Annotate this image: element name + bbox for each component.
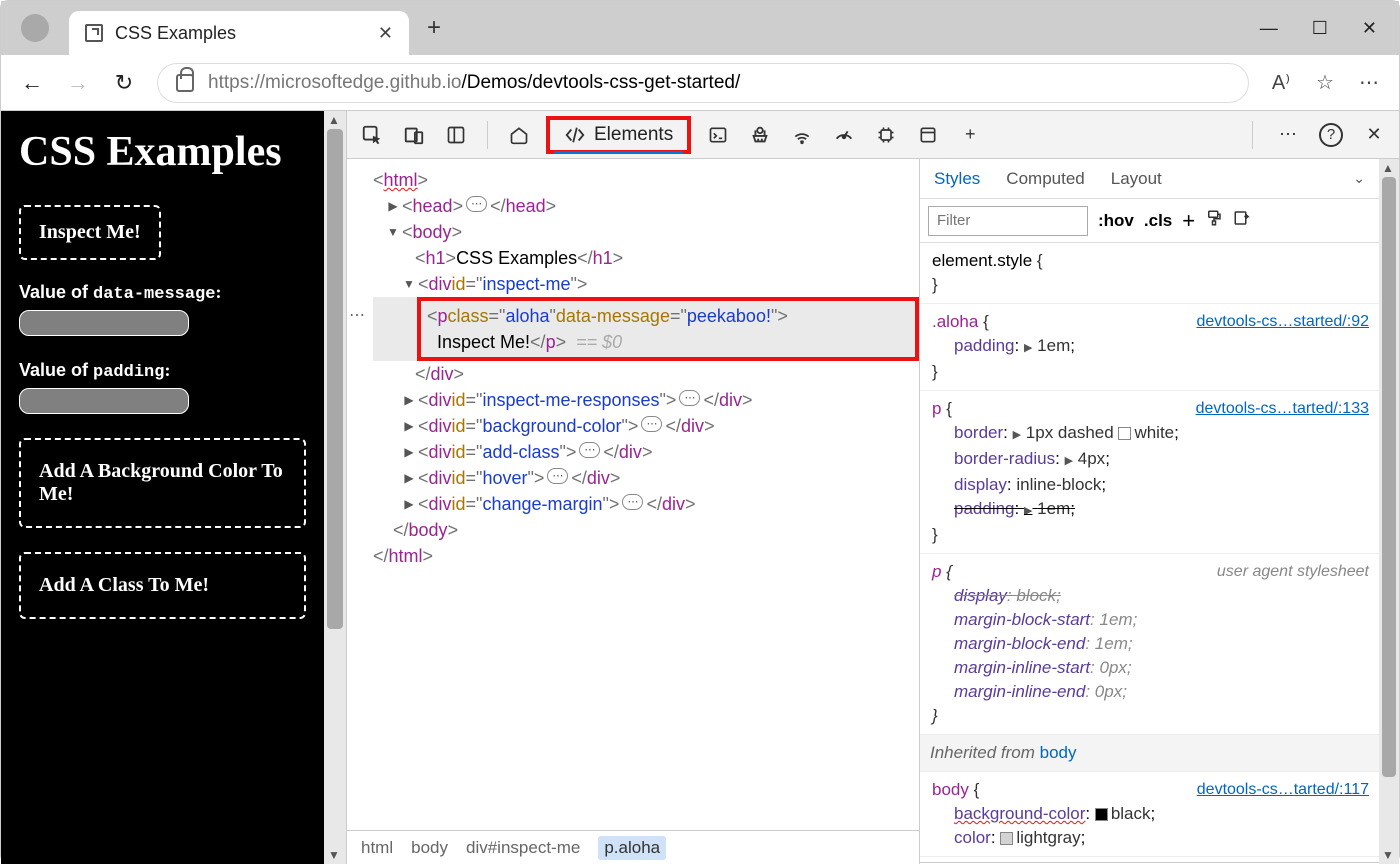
page-column: CSS Examples Inspect Me! Value of data-m… [1, 111, 346, 864]
window-controls: — ☐ ✕ [1260, 18, 1387, 39]
network-tab-icon[interactable] [787, 120, 817, 150]
scroll-thumb[interactable] [327, 129, 343, 629]
source-link[interactable]: devtools-cs…tarted/:133 [1196, 397, 1369, 421]
devtools: Elements + ⋯ ? ✕ <html> ▶<head>⋯</head> [346, 111, 1399, 864]
lock-icon [176, 74, 194, 92]
scroll-down-icon[interactable]: ▼ [1382, 848, 1394, 862]
page-content: CSS Examples Inspect Me! Value of data-m… [1, 111, 324, 864]
crumb-html[interactable]: html [361, 838, 393, 858]
devtools-tabbar: Elements + ⋯ ? ✕ [347, 111, 1399, 159]
memory-tab-icon[interactable] [871, 120, 901, 150]
profile-avatar[interactable] [21, 14, 49, 42]
scroll-up-icon[interactable]: ▲ [1382, 161, 1394, 175]
scroll-thumb[interactable] [1382, 177, 1396, 777]
inspect-me-box[interactable]: Inspect Me! [19, 205, 161, 260]
elements-tab-label: Elements [594, 124, 673, 146]
cls-toggle[interactable]: .cls [1144, 211, 1172, 231]
device-toggle-icon[interactable] [399, 120, 429, 150]
styles-subtabs: Styles Computed Layout ⌄ [920, 159, 1379, 199]
devtools-more-icon[interactable]: ⋯ [1273, 120, 1303, 150]
reload-button[interactable]: ↻ [111, 70, 137, 96]
console-tab-icon[interactable] [703, 120, 733, 150]
rule-p-ua: user agent stylesheet p { display: block… [920, 554, 1379, 735]
performance-tab-icon[interactable] [829, 120, 859, 150]
inherited-separator: Inherited from body [920, 735, 1379, 772]
scroll-up-icon[interactable]: ▲ [328, 113, 340, 127]
crumb-div[interactable]: div#inspect-me [466, 838, 580, 858]
maximize-icon[interactable]: ☐ [1312, 18, 1328, 39]
input-data-message[interactable] [19, 310, 189, 336]
welcome-tab-icon[interactable] [504, 120, 534, 150]
scroll-down-icon[interactable]: ▼ [328, 848, 340, 862]
hov-toggle[interactable]: :hov [1098, 211, 1134, 231]
input-padding[interactable] [19, 388, 189, 414]
title-bar: CSS Examples ✕ + — ☐ ✕ [1, 1, 1399, 55]
dom-tree-panel: <html> ▶<head>⋯</head> ▼<body> <h1>CSS E… [347, 159, 919, 864]
dock-icon[interactable] [441, 120, 471, 150]
tab-title: CSS Examples [115, 23, 366, 44]
favorites-icon[interactable]: ☆ [1313, 71, 1337, 95]
rule-body: devtools-cs…tarted/:117 body { backgroun… [920, 772, 1379, 857]
page-icon [85, 24, 103, 42]
styles-panel: Styles Computed Layout ⌄ :hov .cls + [919, 159, 1399, 864]
styles-scrollbar[interactable]: ▲ ▼ [1379, 159, 1399, 864]
minimize-icon[interactable]: — [1260, 18, 1278, 39]
url-text: https://microsoftedge.github.io/Demos/de… [208, 72, 740, 94]
tab-styles[interactable]: Styles [934, 169, 980, 189]
tab-layout[interactable]: Layout [1111, 169, 1162, 189]
browser-chrome: CSS Examples ✕ + — ☐ ✕ ← → ↻ https://mic… [1, 1, 1399, 111]
elements-tab[interactable]: Elements [546, 116, 691, 154]
close-devtools-icon[interactable]: ✕ [1359, 120, 1389, 150]
back-button[interactable]: ← [19, 70, 45, 96]
source-link[interactable]: devtools-cs…tarted/:117 [1197, 778, 1369, 802]
inspect-element-icon[interactable] [357, 120, 387, 150]
main-area: CSS Examples Inspect Me! Value of data-m… [1, 111, 1399, 864]
read-aloud-icon[interactable]: A⁾ [1269, 71, 1293, 95]
new-rule-icon[interactable]: + [1182, 208, 1195, 234]
code-icon [564, 124, 586, 146]
page-heading: CSS Examples [19, 127, 306, 177]
styles-toolbar: :hov .cls + [920, 199, 1379, 243]
label-data-message: Value of data-message: [19, 282, 306, 304]
styles-rules[interactable]: element.style { } devtools-cs…started/:9… [920, 243, 1379, 864]
forward-button[interactable]: → [65, 70, 91, 96]
tab-computed[interactable]: Computed [1006, 169, 1084, 189]
page-scrollbar[interactable]: ▲ ▼ [324, 111, 346, 864]
label-padding: Value of padding: [19, 360, 306, 382]
filter-input[interactable] [928, 206, 1088, 236]
add-class-box[interactable]: Add A Class To Me! [19, 552, 306, 619]
crumb-p[interactable]: p.aloha [598, 836, 666, 860]
rule-element-style: element.style { } [920, 243, 1379, 304]
close-window-icon[interactable]: ✕ [1362, 18, 1377, 39]
close-tab-icon[interactable]: ✕ [378, 23, 393, 44]
help-icon[interactable]: ? [1319, 123, 1343, 147]
rule-p: devtools-cs…tarted/:133 p { border: ▶ 1p… [920, 391, 1379, 554]
add-bg-box[interactable]: Add A Background Color To Me! [19, 438, 306, 528]
rule-aloha: devtools-cs…started/:92 .aloha { padding… [920, 304, 1379, 391]
crumb-body[interactable]: body [411, 838, 448, 858]
source-link[interactable]: devtools-cs…started/:92 [1196, 310, 1369, 334]
dom-tree[interactable]: <html> ▶<head>⋯</head> ▼<body> <h1>CSS E… [347, 159, 919, 830]
more-tabs-icon[interactable]: + [955, 120, 985, 150]
new-tab-button[interactable]: + [427, 14, 441, 42]
browser-toolbar: ← → ↻ https://microsoftedge.github.io/De… [1, 55, 1399, 111]
menu-icon[interactable]: ⋯ [1357, 71, 1381, 95]
browser-tab[interactable]: CSS Examples ✕ [69, 11, 409, 55]
address-bar[interactable]: https://microsoftedge.github.io/Demos/de… [157, 63, 1249, 103]
paint-icon[interactable] [1205, 209, 1223, 232]
sources-tab-icon[interactable] [745, 120, 775, 150]
computed-toggle-icon[interactable] [1233, 209, 1251, 232]
row-actions-icon[interactable]: ⋯ [349, 303, 365, 329]
breadcrumb: html body div#inspect-me p.aloha [347, 830, 919, 864]
highlighted-node[interactable]: <p class="aloha" data-message="peekaboo!… [417, 297, 919, 361]
more-subtabs-icon[interactable]: ⌄ [1353, 170, 1365, 187]
application-tab-icon[interactable] [913, 120, 943, 150]
